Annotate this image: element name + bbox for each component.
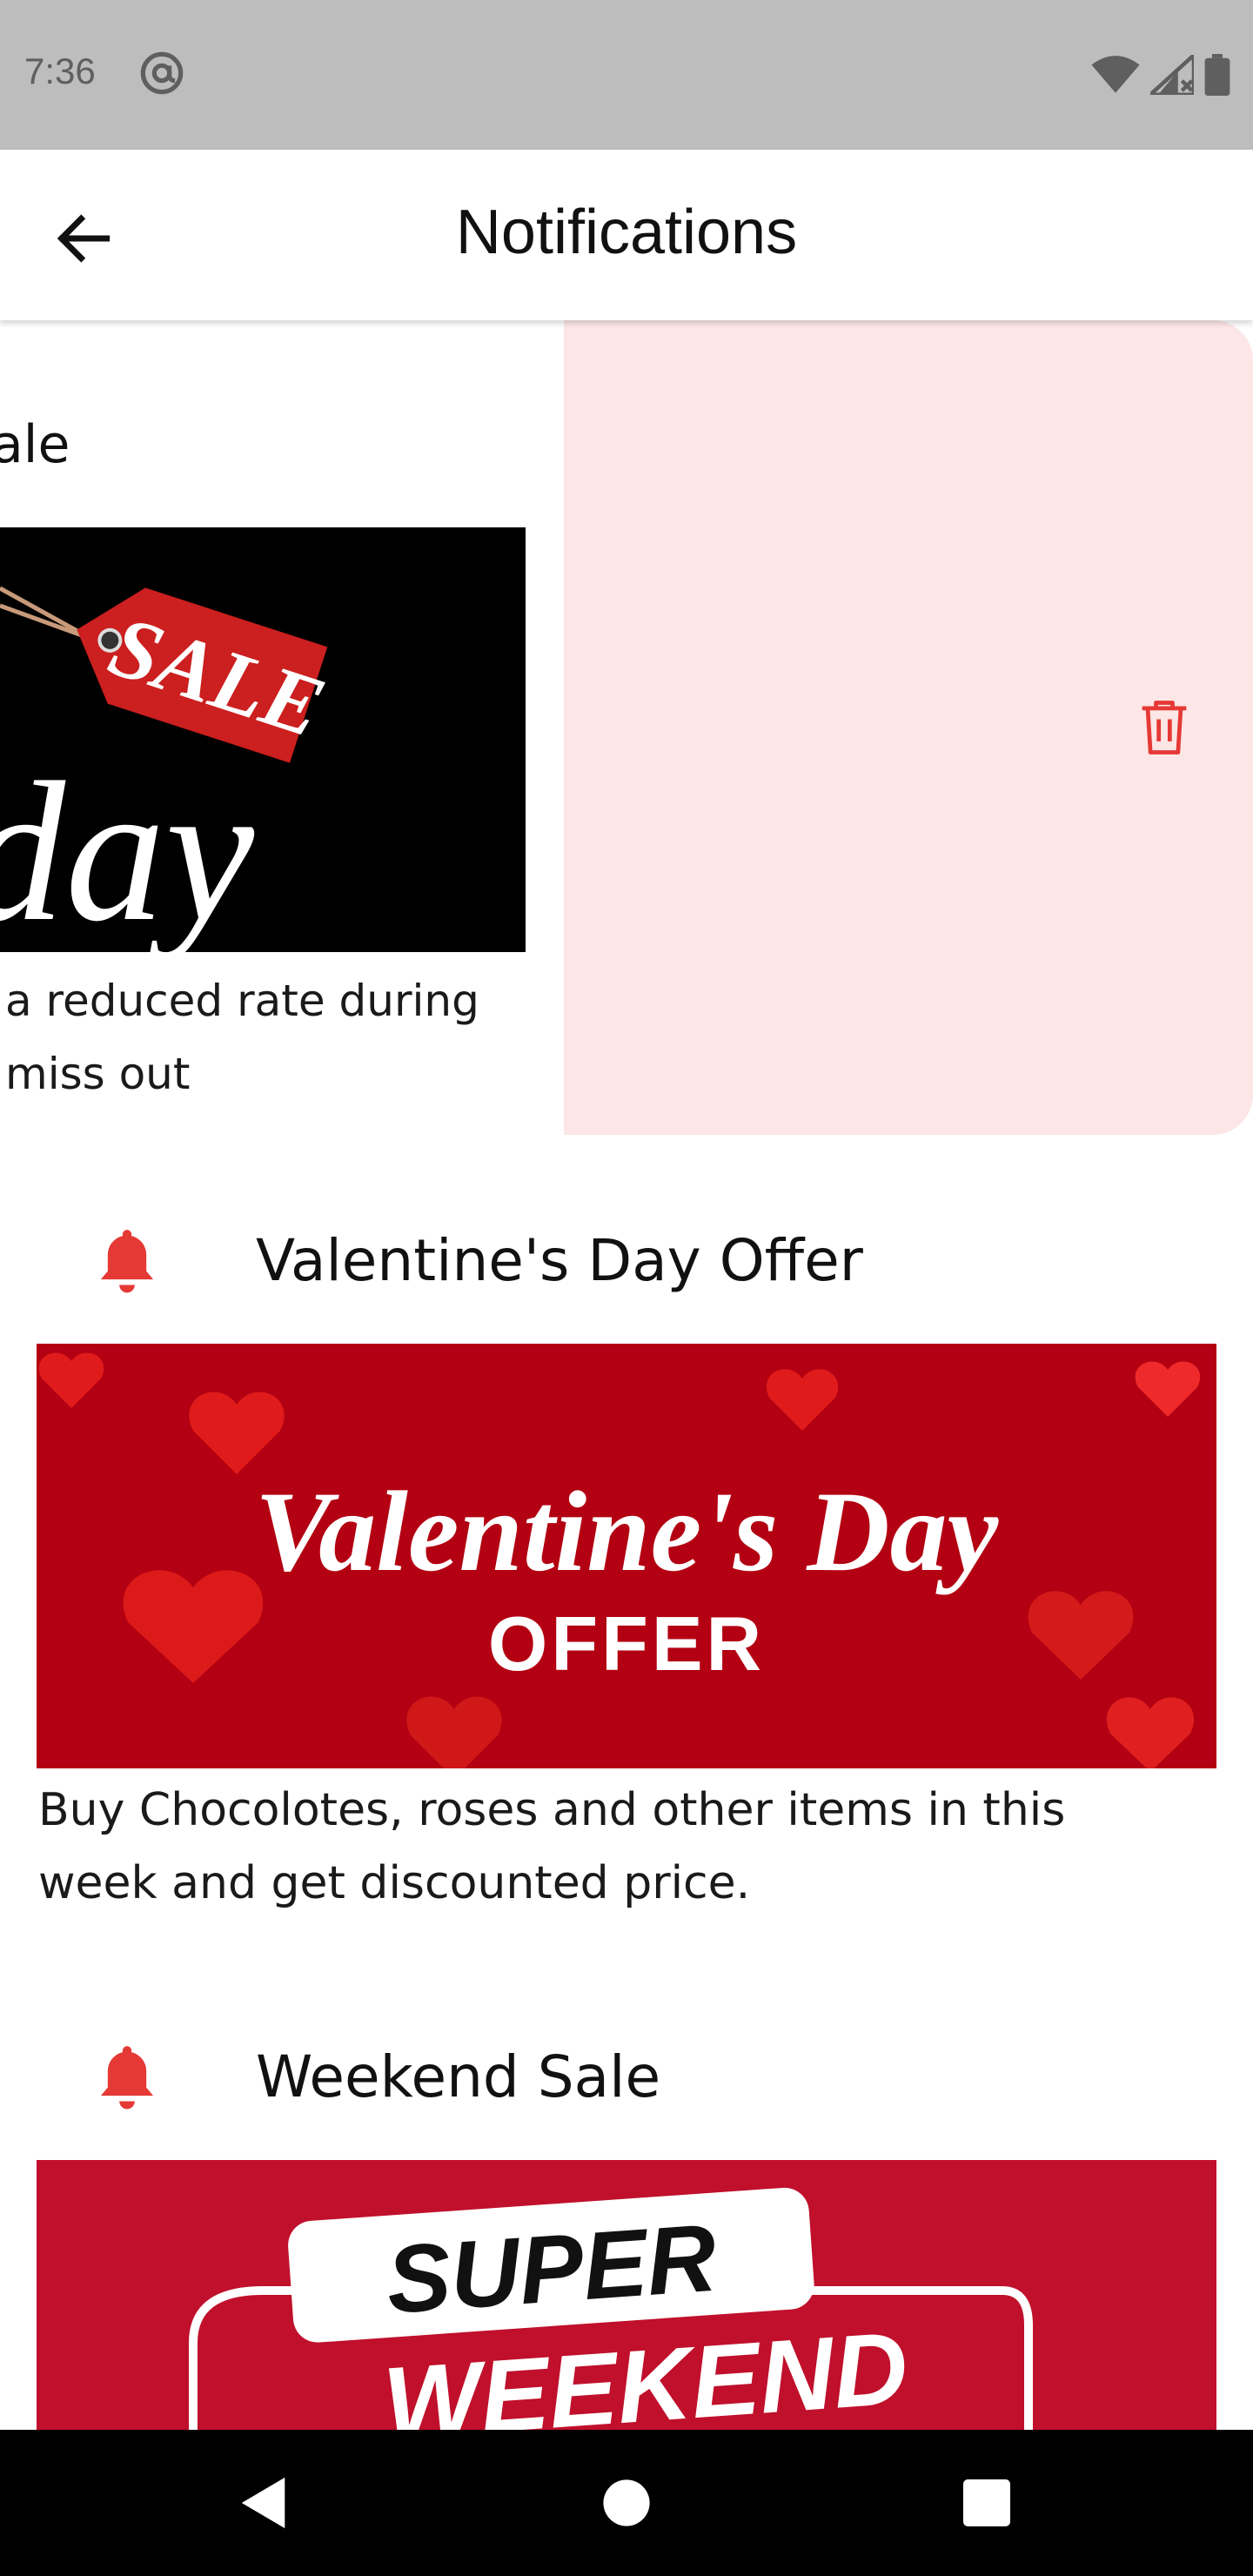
valentine-script-text: Valentine's Day (255, 1467, 999, 1595)
status-icons (1091, 50, 1230, 99)
notification-card[interactable]: ale SALE day a reduced rate during miss … (0, 320, 539, 1138)
notification-title: Valentine's Day Offer (256, 1227, 863, 1294)
battery-icon (1204, 54, 1230, 99)
nav-home-button[interactable] (592, 2468, 661, 2538)
navigation-bar (0, 2430, 1253, 2576)
app-bar: Notifications (0, 150, 1253, 320)
page-title: Notifications (455, 198, 798, 267)
bell-icon (94, 1224, 160, 1297)
day-script-text: day (0, 741, 255, 952)
signal-icon (1145, 50, 1196, 98)
nav-back-button[interactable] (230, 2468, 299, 2538)
nav-recents-icon (963, 2479, 1010, 2526)
offer-text: OFFER (488, 1600, 765, 1687)
status-time: 7:36 (24, 50, 96, 91)
notification-title: ale (0, 414, 70, 475)
notification-description: Buy Chocolotes, roses and other items in… (38, 1784, 1066, 1909)
wifi-icon (1091, 55, 1140, 98)
notification-image: Valentine's Day OFFER (37, 1344, 1216, 1768)
nav-home-icon (603, 2479, 650, 2526)
notification-image: SALE day (0, 527, 526, 952)
notification-description: a reduced rate during miss out (5, 964, 519, 1110)
at-sign-icon (139, 50, 184, 96)
nav-back-icon (241, 2477, 285, 2529)
trash-icon[interactable] (1131, 694, 1197, 761)
description-line: a reduced rate during (5, 976, 479, 1026)
status-bar: 7:36 (0, 0, 1253, 150)
notification-title: Weekend Sale (256, 2043, 661, 2110)
bell-icon (94, 2040, 160, 2113)
swiped-notification-row[interactable]: ale SALE day a reduced rate during miss … (0, 320, 1253, 1138)
nav-recents-button[interactable] (952, 2468, 1022, 2538)
description-line: miss out (5, 1049, 191, 1099)
